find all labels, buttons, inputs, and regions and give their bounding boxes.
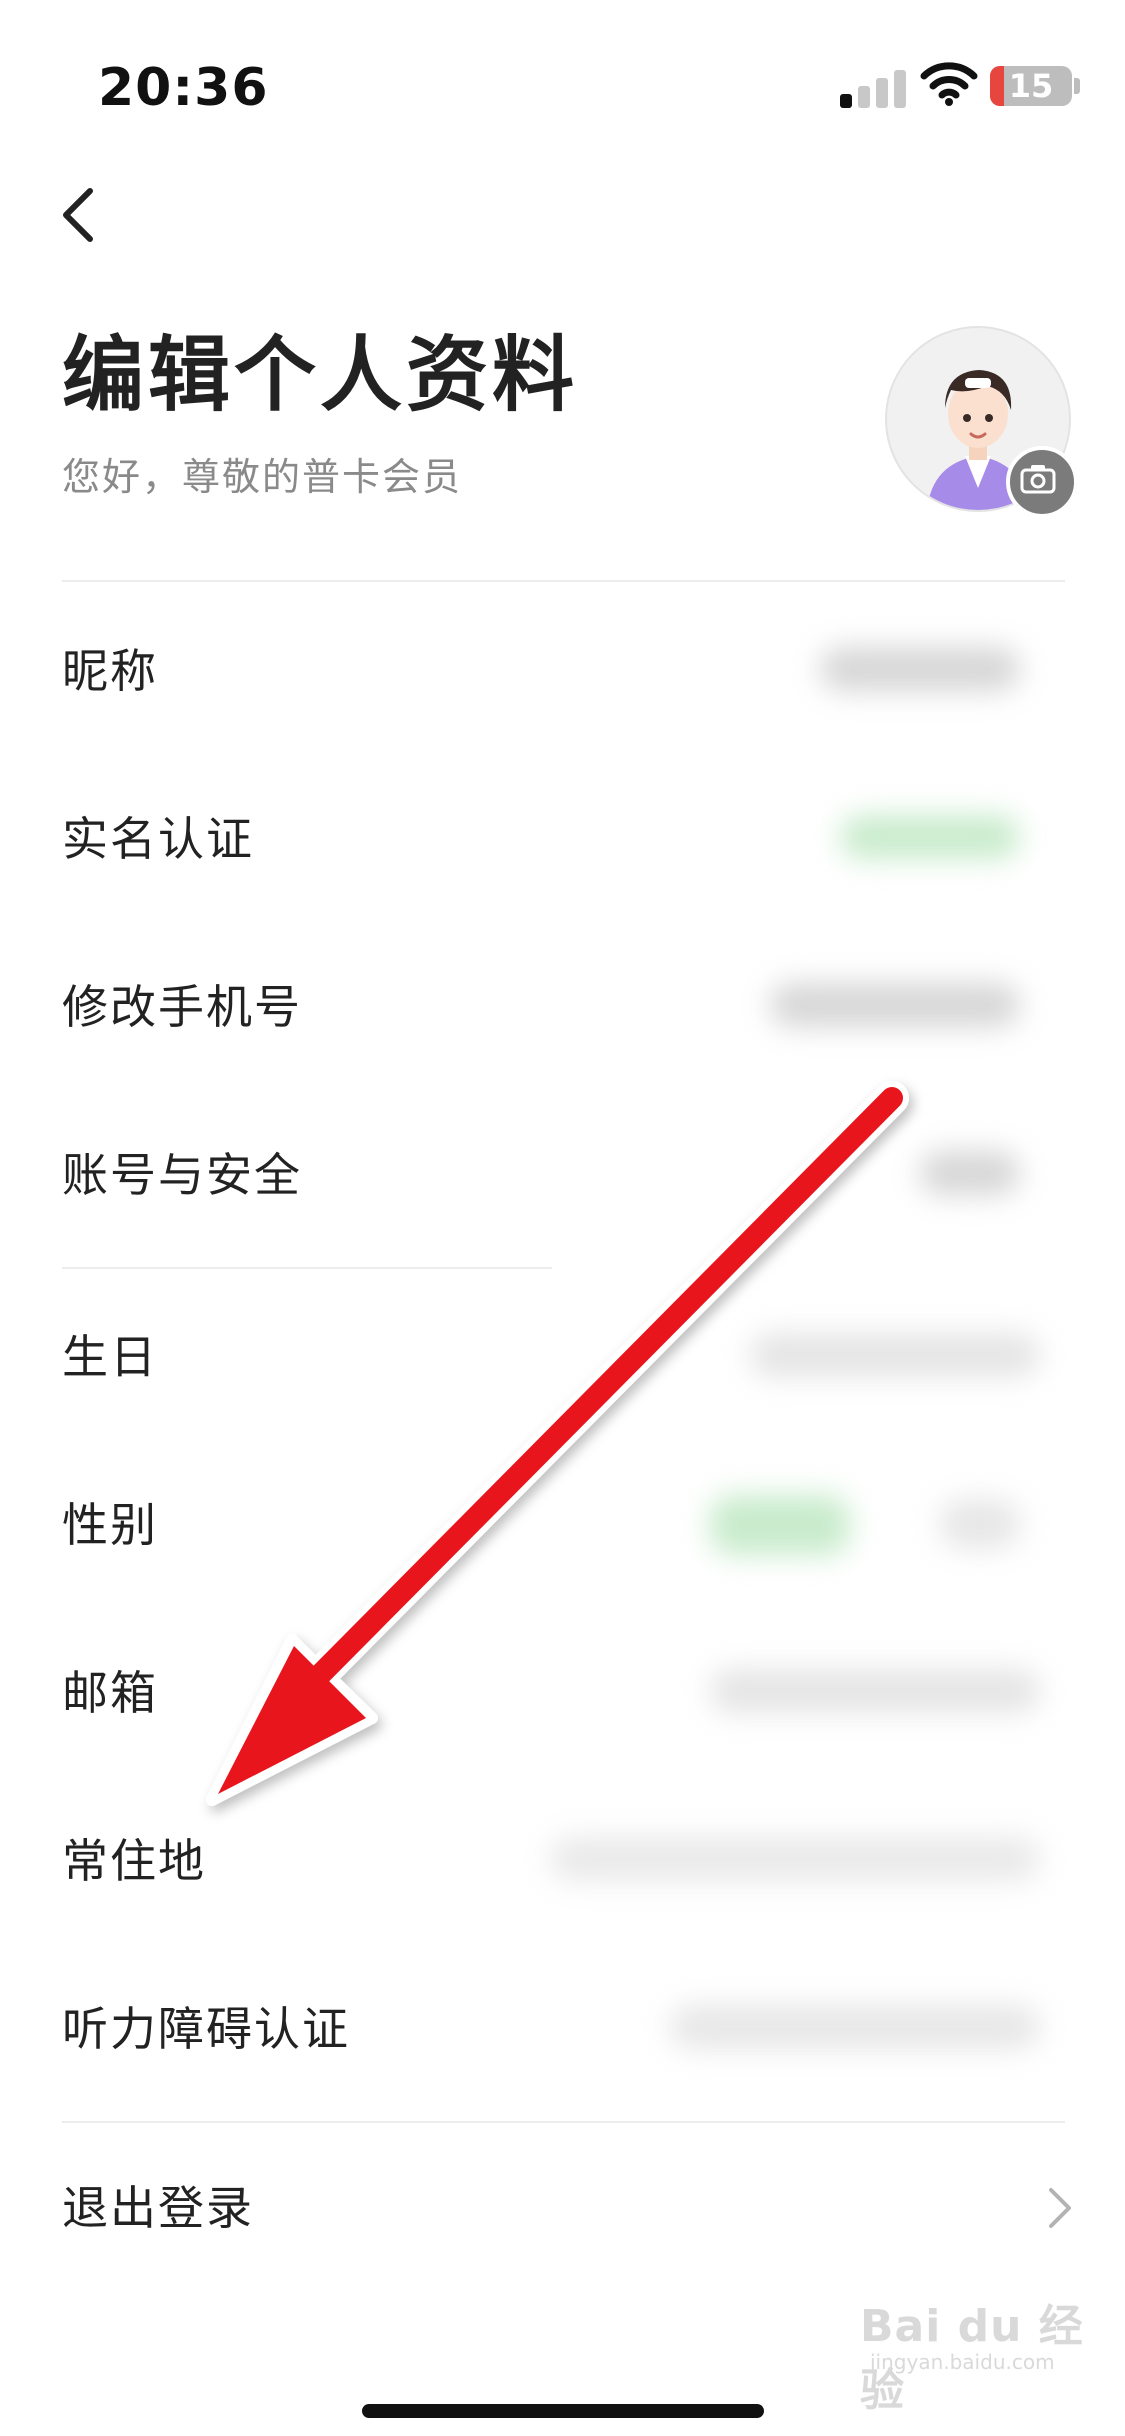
battery-level: 15 [1008, 67, 1054, 105]
battery-icon: 15 [990, 66, 1072, 106]
row-label: 常住地 [62, 1834, 206, 1888]
row-logout[interactable]: 退出登录 [0, 2124, 1125, 2292]
logout-divider [62, 2121, 1065, 2123]
wifi-icon [920, 62, 978, 106]
gender-option [940, 1499, 1020, 1549]
row-label: 听力障碍认证 [62, 2002, 350, 2056]
header-divider [62, 580, 1065, 582]
row-label: 退出登录 [62, 2181, 254, 2235]
row-residence[interactable]: 常住地 [0, 1777, 1125, 1945]
row-birthday[interactable]: 生日 [0, 1273, 1125, 1441]
row-label: 邮箱 [62, 1666, 158, 1720]
camera-glyph [1020, 465, 1056, 494]
redacted-value [820, 647, 1020, 691]
cellular-signal-icon [840, 68, 910, 108]
row-label: 昵称 [62, 644, 158, 698]
redacted-value [710, 1669, 1040, 1713]
row-label: 生日 [62, 1330, 158, 1384]
watermark-url: jingyan.baidu.com [870, 2350, 1055, 2374]
row-label: 性别 [62, 1498, 158, 1552]
row-label: 修改手机号 [62, 980, 302, 1034]
page-title: 编辑个人资料 [62, 328, 579, 423]
chevron-left-icon[interactable] [52, 185, 102, 245]
redacted-value [770, 983, 1020, 1027]
redacted-value [670, 2005, 1040, 2049]
redacted-value [920, 1151, 1020, 1195]
row-change-phone[interactable]: 修改手机号 [0, 923, 1125, 1091]
home-indicator[interactable] [362, 2404, 764, 2418]
row-label: 账号与安全 [62, 1148, 302, 1202]
status-time: 20:36 [98, 58, 269, 118]
battery-tip [1074, 78, 1080, 94]
row-email[interactable]: 邮箱 [0, 1609, 1125, 1777]
verified-status-blurred [840, 815, 1020, 859]
row-account-security[interactable]: 账号与安全 [0, 1091, 1125, 1259]
redacted-value [750, 1333, 1040, 1377]
gender-option-selected [710, 1495, 850, 1555]
page-subtitle: 您好，尊敬的普卡会员 [62, 455, 463, 499]
row-gender[interactable]: 性别 [0, 1441, 1125, 1609]
camera-icon[interactable] [1006, 446, 1078, 518]
section-divider [62, 1267, 552, 1269]
chevron-right-icon [1049, 2188, 1071, 2228]
row-real-name-verification[interactable]: 实名认证 [0, 755, 1125, 923]
row-label: 实名认证 [62, 812, 254, 866]
redacted-value [550, 1837, 1040, 1881]
row-hearing-impairment-verification[interactable]: 听力障碍认证 [0, 1945, 1125, 2113]
row-nickname[interactable]: 昵称 [0, 587, 1125, 755]
